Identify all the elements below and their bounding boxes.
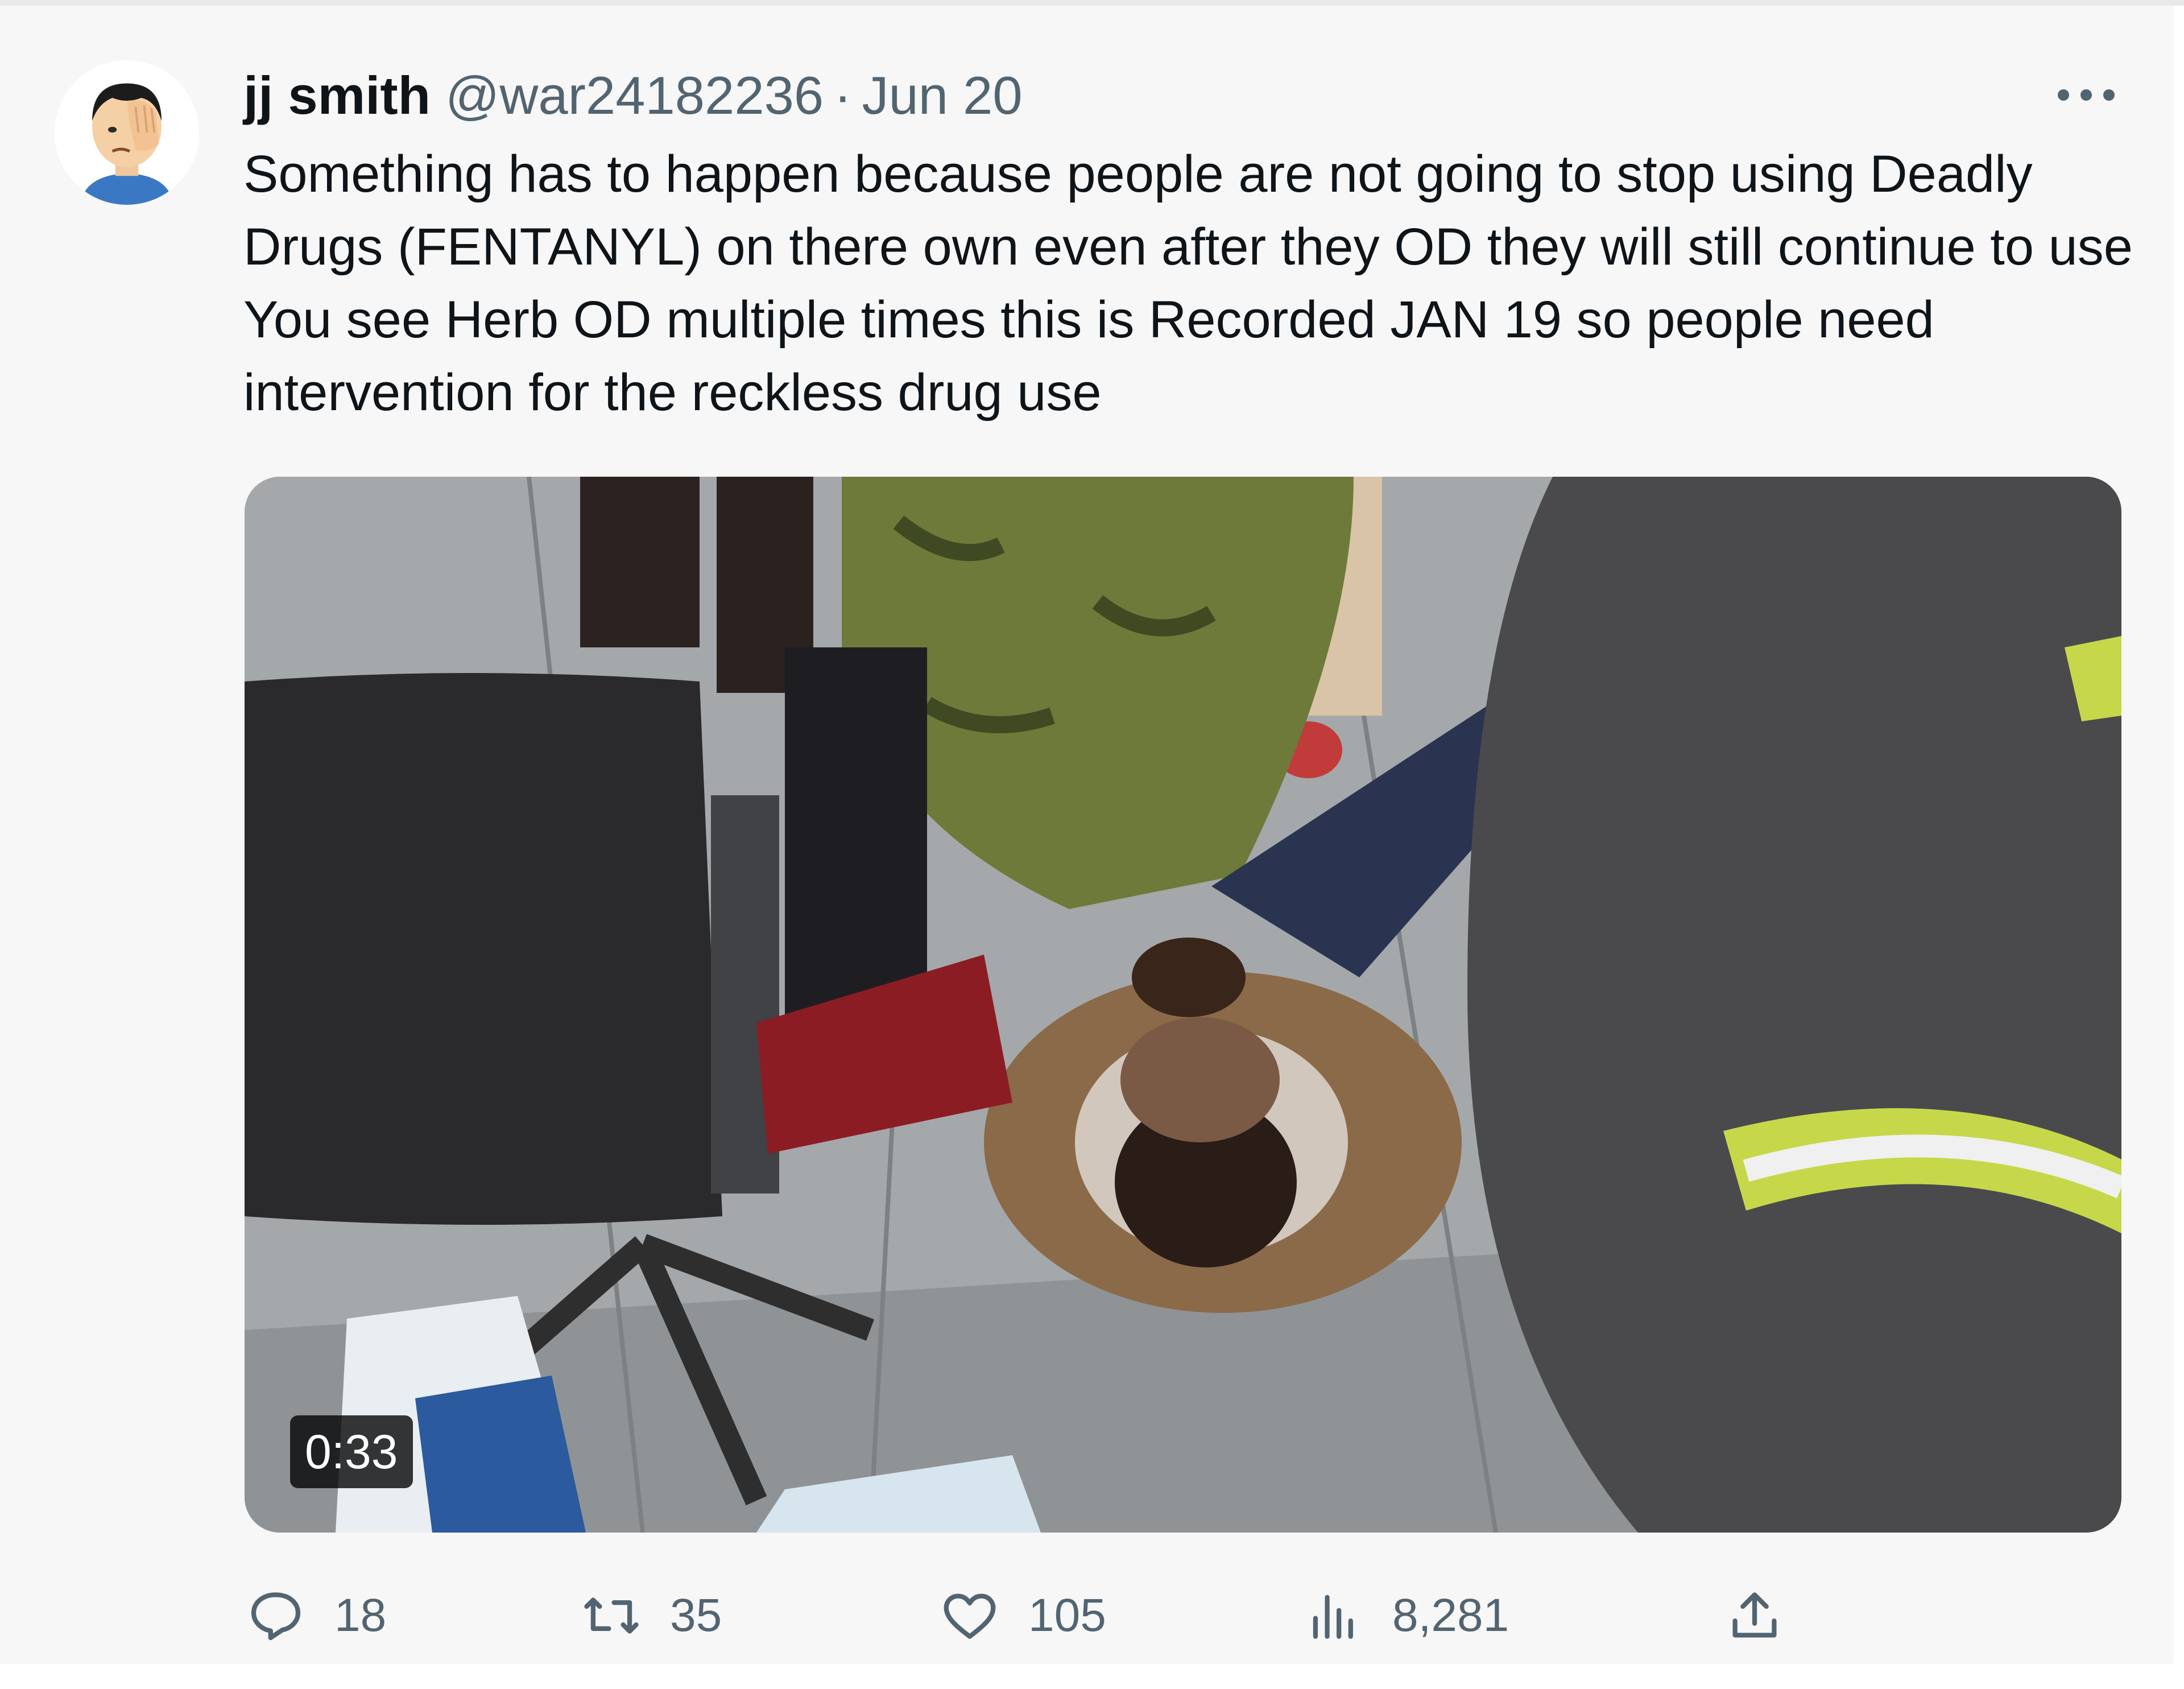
views-count: 8,281 — [1392, 1589, 1509, 1641]
page-edge-bottom — [0, 1664, 2184, 1689]
share-icon — [1732, 1592, 1777, 1638]
author-name[interactable]: jj smith — [243, 65, 431, 126]
more-dots-icon[interactable] — [2058, 81, 2115, 109]
retweet-button[interactable]: 35 — [580, 1581, 722, 1650]
tweet-actions: 18 35 105 8,281 — [245, 1581, 2121, 1650]
like-button[interactable]: 105 — [938, 1581, 1106, 1650]
reply-button[interactable]: 18 — [245, 1581, 386, 1650]
retweet-icon — [584, 1597, 639, 1634]
video-thumbnail — [245, 477, 2121, 1533]
author-handle[interactable]: @war24182236 — [445, 65, 824, 126]
tweet-text: Something has to happen because people a… — [243, 145, 2133, 422]
share-button[interactable] — [1723, 1581, 1786, 1650]
reply-count: 18 — [334, 1589, 387, 1641]
tweet-card[interactable]: jj smith @war24182236 · Jun 20 Something… — [0, 0, 2184, 1689]
like-icon — [944, 1593, 996, 1639]
like-count: 105 — [1028, 1589, 1106, 1641]
tweet-date[interactable]: Jun 20 — [862, 65, 1022, 126]
video-player[interactable]: 0:33 — [245, 477, 2121, 1533]
reply-icon — [251, 1592, 301, 1641]
views-button[interactable]: 8,281 — [1302, 1581, 1509, 1650]
avatar[interactable] — [55, 60, 199, 205]
page-edge — [2174, 6, 2184, 1689]
separator: · — [834, 65, 852, 125]
face-palm-emoji-icon — [55, 60, 199, 205]
tweet-header: jj smith @war24182236 · Jun 20 — [243, 61, 1023, 130]
retweet-count: 35 — [670, 1589, 722, 1641]
views-icon — [1313, 1595, 1353, 1639]
video-duration: 0:33 — [290, 1415, 413, 1488]
